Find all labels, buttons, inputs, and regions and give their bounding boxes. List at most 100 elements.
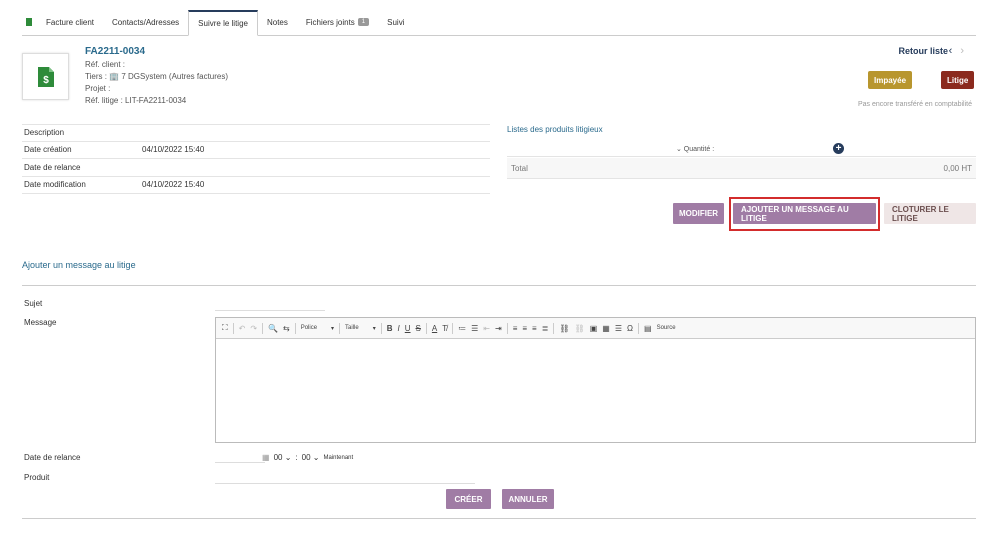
separator <box>553 322 555 334</box>
close-litige-button[interactable]: Cloturer le litige <box>884 203 976 224</box>
total-value: 0,00 HT <box>943 163 972 173</box>
invoice-ref[interactable]: FA2211-0034 <box>85 46 145 57</box>
unlink-icon[interactable]: ⛓ <box>575 324 585 333</box>
divider <box>22 285 976 286</box>
message-textarea[interactable] <box>216 339 975 442</box>
info-label: Description <box>24 128 65 138</box>
size-select-label: Taille <box>345 325 359 331</box>
bullet-list-icon[interactable]: ☰ <box>471 324 478 333</box>
link-icon[interactable]: ⛓ <box>559 324 569 333</box>
previous-icon[interactable]: ‹ <box>949 45 961 57</box>
minute-select[interactable]: 00 ⌄ <box>302 453 320 462</box>
editor-toolbar: ⛶ ↶ ↷ 🔍 ⇆ Police ▾ Taille ▾ B I U S A T̸… <box>216 318 975 339</box>
size-select[interactable]: Taille ▾ <box>345 325 376 332</box>
chevron-down-icon: ⌄ <box>312 453 320 462</box>
modify-button[interactable]: Modifier <box>673 203 724 224</box>
total-label: Total <box>511 163 528 173</box>
invoice-document-icon: $ <box>22 53 69 100</box>
find-icon[interactable]: 🔍 <box>268 324 278 333</box>
svg-text:$: $ <box>43 75 49 86</box>
tab-suivre-litige[interactable]: Suivre le litige <box>188 10 258 36</box>
quantity-label: ⌄ Quantité : <box>676 146 715 153</box>
indent-icon[interactable]: ⇥ <box>495 324 502 333</box>
tab-contacts[interactable]: Contacts/Adresses <box>103 9 188 35</box>
redo-icon[interactable]: ↷ <box>250 324 257 333</box>
remove-format-icon[interactable]: T̸ <box>442 324 447 333</box>
hour-select[interactable]: 00 ⌄ <box>274 453 292 462</box>
replace-icon[interactable]: ⇆ <box>283 324 290 333</box>
separator <box>506 322 508 334</box>
align-left-icon[interactable]: ≡ <box>513 324 518 333</box>
total-row: Total 0,00 HT <box>507 158 976 179</box>
subject-input[interactable] <box>215 310 325 311</box>
font-select-label: Police <box>300 325 318 331</box>
accounting-status: Pas encore transféré en comptabilité <box>857 101 972 108</box>
projet: Projet : <box>85 84 111 93</box>
info-row: Date de relance <box>22 159 490 177</box>
record-nav: ‹› <box>949 45 972 57</box>
align-right-icon[interactable]: ≡ <box>532 324 537 333</box>
italic-icon[interactable]: I <box>398 324 400 333</box>
separator <box>380 322 382 334</box>
time-separator: : <box>295 453 298 462</box>
date-input[interactable] <box>215 462 265 463</box>
tab-suivi[interactable]: Suivi <box>378 9 413 35</box>
tab-fichiers-joints[interactable]: Fichiers joints 1 <box>297 9 378 35</box>
separator <box>232 322 234 334</box>
products-row <box>507 139 976 157</box>
create-button[interactable]: Créer <box>446 489 491 509</box>
separator <box>425 322 427 334</box>
underline-icon[interactable]: U <box>405 324 411 333</box>
ref-client: Réf. client : <box>85 60 126 69</box>
separator <box>294 322 296 334</box>
back-to-list-link[interactable]: Retour liste <box>898 46 948 56</box>
attachment-count-badge: 1 <box>357 18 370 26</box>
separator <box>339 322 341 334</box>
add-product-icon[interactable]: + <box>833 143 844 154</box>
status-unpaid-badge: Impayée <box>868 71 913 89</box>
undo-icon[interactable]: ↶ <box>239 324 246 333</box>
produit-input[interactable] <box>215 483 475 484</box>
maximize-icon[interactable]: ⛶ <box>222 323 228 333</box>
tab-label: Notes <box>266 17 288 27</box>
tab-bar: Facture client Contacts/Adresses Suivre … <box>22 10 976 36</box>
info-value: 04/10/2022 15:40 <box>142 145 205 155</box>
calendar-icon[interactable]: ▦ <box>262 453 270 462</box>
align-justify-icon[interactable]: ≣ <box>542 324 549 333</box>
numbered-list-icon[interactable]: ≔ <box>458 324 466 333</box>
chevron-down-icon: ▾ <box>372 325 376 332</box>
time-picker: ▦ 00 ⌄ : 00 ⌄ Maintenant <box>262 453 353 462</box>
chevron-down-icon: ▾ <box>331 325 335 332</box>
cancel-button[interactable]: Annuler <box>502 489 554 509</box>
info-row: Description <box>22 124 490 142</box>
message-editor: ⛶ ↶ ↷ 🔍 ⇆ Police ▾ Taille ▾ B I U S A T̸… <box>215 317 976 443</box>
message-section-title: Ajouter un message au litige <box>22 260 136 270</box>
hour-value: 00 <box>273 453 283 462</box>
highlight-box <box>729 197 880 231</box>
special-char-icon[interactable]: Ω <box>627 324 633 333</box>
relance-label: Date de relance <box>24 453 81 462</box>
align-center-icon[interactable]: ≡ <box>522 324 527 333</box>
font-select[interactable]: Police ▾ <box>301 325 334 332</box>
info-value: 04/10/2022 15:40 <box>142 180 205 190</box>
next-icon[interactable]: › <box>960 45 972 57</box>
info-label: Date création <box>24 145 72 155</box>
horizontal-rule-icon[interactable]: ☰ <box>615 324 622 333</box>
strike-icon[interactable]: S <box>416 324 421 333</box>
bold-icon[interactable]: B <box>387 324 393 333</box>
source-label[interactable]: Source <box>657 325 676 331</box>
outdent-icon[interactable]: ⇤ <box>483 324 490 333</box>
divider <box>22 518 976 519</box>
tab-label: Facture client <box>46 17 95 27</box>
tiers-link[interactable]: Tiers : 🏢 7 DGSystem (Autres factures) <box>85 72 228 81</box>
tab-label: Suivre le litige <box>198 19 248 28</box>
minute-value: 00 <box>301 453 311 462</box>
status-litige-badge: Litige <box>941 71 975 89</box>
source-icon[interactable]: ▤ <box>644 324 652 333</box>
text-color-icon[interactable]: A <box>432 324 437 333</box>
table-icon[interactable]: ▦ <box>602 324 610 333</box>
image-icon[interactable]: ▣ <box>590 324 598 333</box>
tab-facture-client[interactable]: Facture client <box>22 9 103 35</box>
now-link[interactable]: Maintenant <box>323 455 353 461</box>
tab-notes[interactable]: Notes <box>258 9 297 35</box>
